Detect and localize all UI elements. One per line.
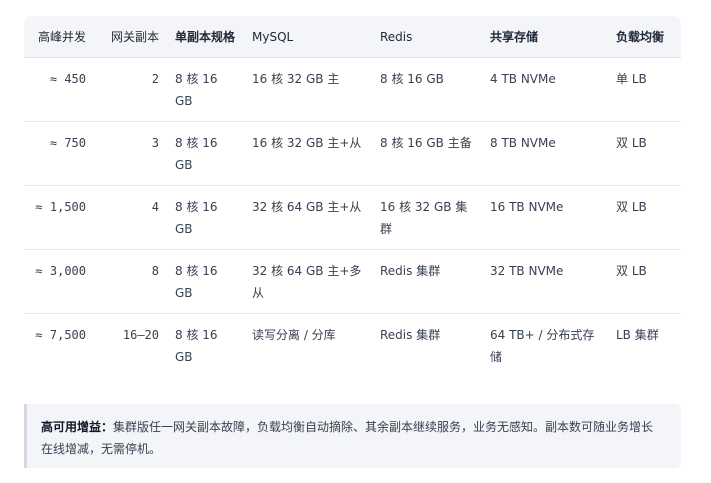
cell-replicas: 16–20 — [94, 313, 167, 374]
cell-mysql: 16 核 32 GB 主+从 — [244, 121, 372, 186]
cell-replicas: 2 — [94, 57, 167, 122]
note-title: 高可用增益： — [41, 420, 114, 434]
header-gateway-replicas: 网关副本 — [110, 30, 159, 44]
table-row: ≈ 3,000 8 8 核 16 GB 32 核 64 GB 主+多从 Redi… — [24, 249, 681, 314]
cell-storage: 16 TB NVMe — [482, 185, 608, 250]
cell-mysql: 读写分离 / 分库 — [244, 313, 372, 374]
cell-peak: ≈ 7,500 — [24, 313, 94, 374]
cell-replicas: 8 — [94, 249, 167, 314]
cell-storage: 32 TB NVMe — [482, 249, 608, 314]
table-header-row: 高峰并发 网关副本 单副本规格 MySQL Redis 共享存储 负载均衡 — [24, 16, 681, 58]
cell-redis: Redis 集群 — [372, 249, 482, 314]
cell-spec: 8 核 16 GB — [167, 313, 244, 374]
header-replica-spec: 单副本规格 — [175, 30, 236, 44]
cell-redis: 8 核 16 GB — [372, 57, 482, 122]
capacity-table-card: 高峰并发 网关副本 单副本规格 MySQL Redis 共享存储 负载均衡 ≈ … — [24, 16, 681, 374]
capacity-table: 高峰并发 网关副本 单副本规格 MySQL Redis 共享存储 负载均衡 ≈ … — [24, 16, 681, 374]
table-row: ≈ 450 2 8 核 16 GB 16 核 32 GB 主 8 核 16 GB… — [24, 57, 681, 122]
cell-mysql: 16 核 32 GB 主 — [244, 57, 372, 122]
note-text: 集群版任一网关副本故障，负载均衡自动摘除、其余副本继续服务，业务无感知。副本数可… — [41, 420, 654, 456]
cell-lb: 双 LB — [608, 249, 681, 314]
cell-lb: 单 LB — [608, 57, 681, 122]
cell-mysql: 32 核 64 GB 主+多从 — [244, 249, 372, 314]
cell-spec: 8 核 16 GB — [167, 57, 244, 122]
cell-spec: 8 核 16 GB — [167, 185, 244, 250]
cell-redis: 16 核 32 GB 集群 — [372, 185, 482, 250]
cell-storage: 8 TB NVMe — [482, 121, 608, 186]
cell-spec: 8 核 16 GB — [167, 249, 244, 314]
cell-peak: ≈ 1,500 — [24, 185, 94, 250]
cell-replicas: 3 — [94, 121, 167, 186]
cell-spec: 8 核 16 GB — [167, 121, 244, 186]
header-redis: Redis — [380, 30, 413, 44]
ha-benefit-note: 高可用增益：集群版任一网关副本故障，负载均衡自动摘除、其余副本继续服务，业务无感… — [24, 404, 681, 468]
header-mysql: MySQL — [252, 30, 294, 44]
cell-lb: 双 LB — [608, 121, 681, 186]
cell-redis: Redis 集群 — [372, 313, 482, 374]
cell-peak: ≈ 3,000 — [24, 249, 94, 314]
header-shared-storage: 共享存储 — [490, 30, 539, 44]
cell-mysql: 32 核 64 GB 主+从 — [244, 185, 372, 250]
header-load-balancer: 负载均衡 — [616, 30, 665, 44]
header-peak-concurrency: 高峰并发 — [37, 30, 86, 44]
cell-peak: ≈ 450 — [24, 57, 94, 122]
cell-lb: 双 LB — [608, 185, 681, 250]
cell-peak: ≈ 750 — [24, 121, 94, 186]
table-row: ≈ 7,500 16–20 8 核 16 GB 读写分离 / 分库 Redis … — [24, 313, 681, 374]
table-row: ≈ 1,500 4 8 核 16 GB 32 核 64 GB 主+从 16 核 … — [24, 185, 681, 250]
cell-storage: 4 TB NVMe — [482, 57, 608, 122]
cell-redis: 8 核 16 GB 主备 — [372, 121, 482, 186]
table-row: ≈ 750 3 8 核 16 GB 16 核 32 GB 主+从 8 核 16 … — [24, 121, 681, 186]
cell-replicas: 4 — [94, 185, 167, 250]
cell-lb: LB 集群 — [608, 313, 681, 374]
cell-storage: 64 TB+ / 分布式存储 — [482, 313, 608, 374]
